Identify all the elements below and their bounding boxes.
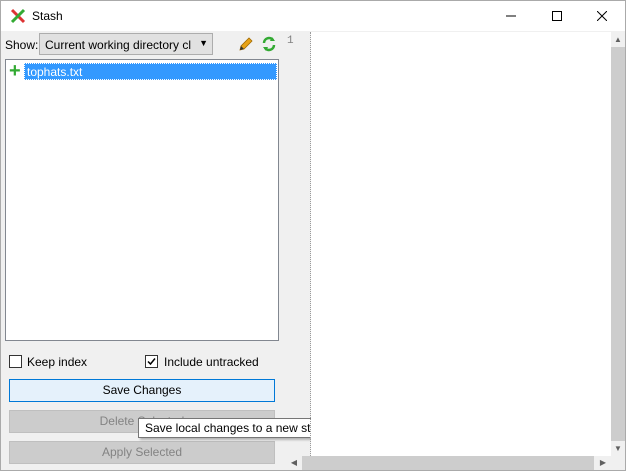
vertical-scroll-thumb[interactable] bbox=[611, 47, 625, 441]
show-label: Show: bbox=[5, 38, 39, 52]
show-select[interactable]: Current working directory cl ▼ bbox=[39, 33, 213, 55]
diff-editor[interactable] bbox=[311, 32, 611, 456]
scroll-right-icon[interactable]: ▶ bbox=[595, 456, 611, 470]
include-untracked-label: Include untracked bbox=[164, 355, 259, 369]
scroll-left-icon[interactable]: ◀ bbox=[286, 456, 302, 470]
scroll-down-icon[interactable]: ▼ bbox=[611, 441, 625, 456]
minimize-button[interactable] bbox=[488, 1, 534, 31]
save-changes-button[interactable]: Save Changes bbox=[9, 379, 275, 402]
maximize-icon bbox=[552, 11, 562, 21]
keep-index-label: Keep index bbox=[27, 355, 88, 369]
scroll-up-icon[interactable]: ▲ bbox=[611, 32, 625, 47]
checkmark-icon bbox=[147, 358, 156, 366]
line-number: 1 bbox=[287, 35, 294, 47]
show-select-value: Current working directory cl bbox=[45, 38, 192, 52]
title-bar: Stash bbox=[1, 1, 625, 31]
minimize-icon bbox=[506, 15, 516, 17]
keep-index-checkbox[interactable] bbox=[9, 355, 22, 368]
window-title: Stash bbox=[32, 9, 63, 23]
file-name: tophats.txt bbox=[24, 63, 277, 80]
pencil-icon[interactable] bbox=[237, 35, 255, 53]
maximize-button[interactable] bbox=[534, 1, 580, 31]
stash-window: Stash Show: Current working directory cl… bbox=[0, 0, 626, 471]
apply-selected-button[interactable]: Apply Selected bbox=[9, 441, 275, 464]
git-cola-icon bbox=[10, 8, 26, 24]
include-untracked-checkbox[interactable] bbox=[145, 355, 158, 368]
close-icon bbox=[596, 10, 608, 22]
horizontal-scrollbar[interactable]: ◀ ▶ bbox=[286, 456, 611, 470]
chevron-down-icon: ▼ bbox=[199, 38, 208, 48]
list-item[interactable]: + tophats.txt bbox=[7, 60, 277, 82]
horizontal-scroll-thumb[interactable] bbox=[302, 456, 594, 470]
refresh-icon[interactable] bbox=[260, 35, 278, 53]
stash-file-list[interactable]: + tophats.txt bbox=[5, 59, 279, 341]
vertical-scrollbar[interactable]: ▲ ▼ bbox=[611, 32, 625, 456]
plus-icon: + bbox=[9, 60, 21, 82]
close-button[interactable] bbox=[579, 1, 625, 31]
